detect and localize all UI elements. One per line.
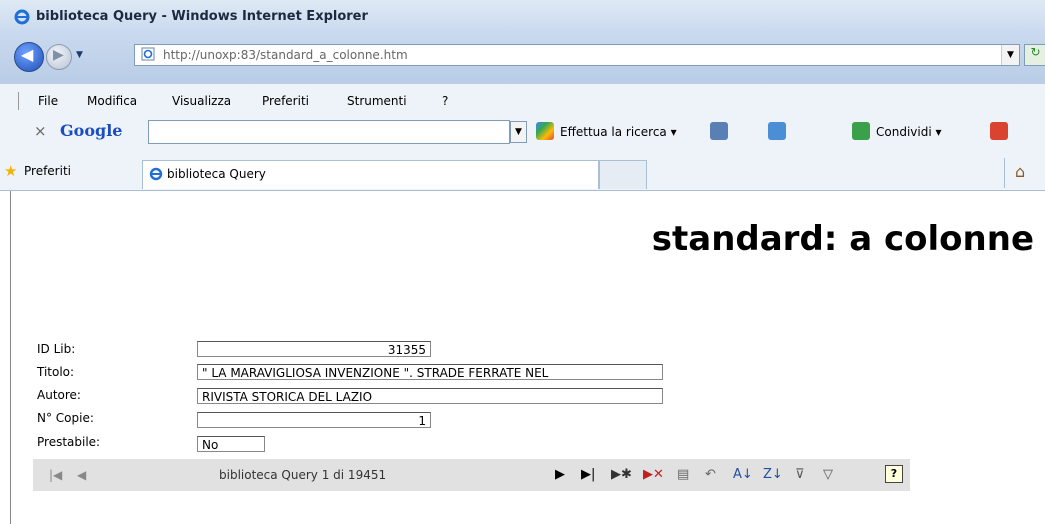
record-navigation-bar: |◀ ◀ biblioteca Query 1 di 19451 ▶ ▶| ▶✱… — [33, 459, 910, 491]
sort-ascending-icon[interactable]: A↓ — [733, 467, 753, 482]
menu-help[interactable]: ? — [442, 94, 448, 108]
page-content: standard: a colonne ID Lib: 31355 Titolo… — [10, 191, 1045, 524]
menu-visualizza[interactable]: Visualizza — [172, 94, 231, 108]
last-record-icon[interactable]: ▶| — [581, 467, 595, 482]
undo-icon[interactable]: ↶ — [705, 467, 716, 482]
favorites-button[interactable]: Preferiti — [24, 164, 71, 178]
url-host: http://unoxp — [163, 48, 237, 62]
google-search-dropdown-icon[interactable]: ▼ — [510, 121, 527, 143]
sort-descending-icon[interactable]: Z↓ — [763, 467, 783, 482]
back-arrow-icon: ◀ — [21, 45, 34, 64]
ie-logo-icon — [14, 9, 30, 25]
field-label-titolo: Titolo: — [37, 365, 75, 379]
toggle-filter-icon[interactable]: ▽ — [823, 467, 833, 482]
new-tab-button[interactable] — [599, 160, 647, 189]
first-record-icon[interactable]: |◀ — [49, 468, 62, 482]
delete-record-icon[interactable]: ▶✕ — [643, 467, 664, 482]
tab-label: biblioteca Query — [167, 167, 266, 181]
copie-field[interactable]: 1 — [197, 412, 431, 428]
forward-arrow-icon: ▶ — [53, 47, 64, 63]
menu-preferiti[interactable]: Preferiti — [262, 94, 309, 108]
back-button[interactable]: ◀ — [14, 42, 44, 72]
history-dropdown-icon[interactable]: ▼ — [76, 50, 83, 60]
forward-button[interactable]: ▶ — [46, 44, 72, 70]
address-bar-area: ◀ ▶ ▼ http://unoxp:83/standard_a_colonne… — [0, 34, 1045, 84]
field-label-prestabile: Prestabile: — [37, 435, 101, 449]
address-field[interactable]: http://unoxp:83/standard_a_colonne.htm ▼ — [134, 44, 1020, 66]
menu-bar: File Modifica Visualizza Preferiti Strum… — [0, 84, 1045, 118]
bookmark-icon[interactable] — [710, 122, 728, 140]
field-label-id-lib: ID Lib: — [37, 342, 76, 356]
home-icon: ⌂ — [1015, 162, 1026, 181]
title-bar: biblioteca Query - Windows Internet Expl… — [0, 0, 1045, 34]
google-logo: Google — [60, 121, 123, 140]
close-toolbar-icon[interactable]: × — [34, 122, 47, 140]
tab-bar: ★ Preferiti biblioteca Query ⌂ — [0, 148, 1045, 191]
ie-tab-icon — [149, 167, 163, 181]
filter-by-selection-icon[interactable]: ⊽ — [795, 467, 805, 482]
url-text: http://unoxp:83/standard_a_colonne.htm — [163, 48, 408, 62]
help-icon[interactable]: ? — [885, 465, 903, 483]
url-path: :83/standard_a_colonne.htm — [236, 48, 408, 62]
google-search-input[interactable] — [148, 120, 510, 144]
address-dropdown-icon[interactable]: ▼ — [1001, 45, 1019, 65]
favorites-star-icon: ★ — [4, 162, 18, 180]
field-label-copie: N° Copie: — [37, 411, 94, 425]
menu-file[interactable]: File — [38, 94, 58, 108]
home-button[interactable]: ⌂ — [1004, 158, 1045, 188]
menu-grip — [18, 92, 19, 110]
refresh-icon[interactable]: ↻ — [1024, 44, 1045, 66]
next-record-icon[interactable]: ▶ — [555, 467, 565, 482]
record-position-text: biblioteca Query 1 di 19451 — [219, 468, 387, 482]
prestabile-field[interactable]: No — [197, 436, 265, 452]
previous-record-icon[interactable]: ◀ — [77, 468, 86, 482]
menu-modifica[interactable]: Modifica — [87, 94, 137, 108]
popup-blocker-icon[interactable] — [990, 122, 1008, 140]
page-icon — [141, 47, 155, 61]
autore-field[interactable]: RIVISTA STORICA DEL LAZIO — [197, 388, 663, 404]
menu-strumenti[interactable]: Strumenti — [347, 94, 407, 108]
share-icon[interactable] — [852, 122, 870, 140]
google-search-button[interactable]: Effettua la ricerca ▾ — [560, 125, 677, 139]
plus-icon[interactable] — [768, 122, 786, 140]
field-label-autore: Autore: — [37, 388, 81, 402]
google-search-icon[interactable] — [536, 122, 554, 140]
titolo-field[interactable]: " LA MARAVIGLIOSA INVENZIONE ". STRADE F… — [197, 364, 663, 380]
save-record-icon[interactable]: ▤ — [677, 467, 689, 482]
share-button[interactable]: Condividi ▾ — [876, 125, 942, 139]
page-title: standard: a colonne — [651, 219, 1034, 259]
google-toolbar: × Google ▼ Effettua la ricerca ▾ Condivi… — [0, 118, 1045, 149]
id-lib-field[interactable]: 31355 — [197, 341, 431, 357]
tab-biblioteca-query[interactable]: biblioteca Query — [142, 160, 599, 189]
new-record-icon[interactable]: ▶✱ — [611, 467, 632, 482]
window-title: biblioteca Query - Windows Internet Expl… — [36, 9, 368, 24]
